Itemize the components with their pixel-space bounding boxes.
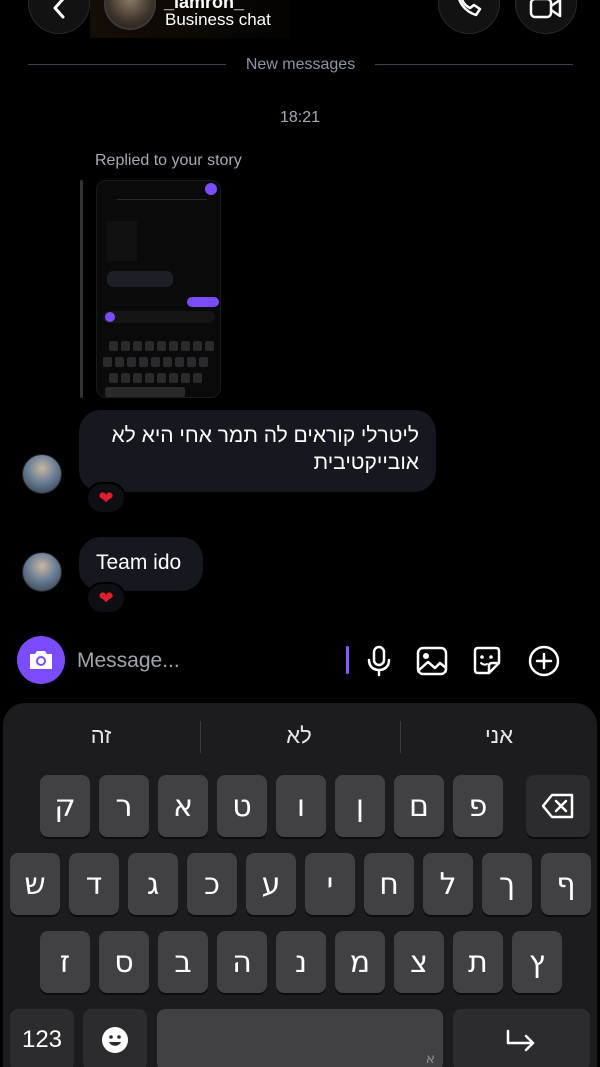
gallery-icon — [416, 646, 448, 676]
camera-icon — [30, 651, 52, 669]
chat-header: _lamron_ Business chat — [0, 0, 600, 40]
gallery-button[interactable] — [415, 644, 449, 678]
plus-icon — [528, 645, 560, 677]
key[interactable]: ף — [541, 853, 591, 915]
key[interactable]: ז — [40, 931, 90, 993]
suggestion-bar: זה לא אני — [3, 703, 597, 769]
key[interactable]: מ — [335, 931, 385, 993]
suggestion-1[interactable]: זה — [3, 723, 199, 749]
phone-icon — [458, 0, 482, 17]
key[interactable]: ץ — [512, 931, 562, 993]
numbers-key[interactable]: 123 — [10, 1009, 74, 1067]
reply-indicator-bar — [80, 180, 83, 398]
new-messages-label: New messages — [245, 56, 356, 73]
sticker-icon — [473, 646, 501, 675]
key[interactable]: ס — [99, 931, 149, 993]
key[interactable]: ג — [128, 853, 178, 915]
message-timestamp: 18:21 — [279, 109, 321, 126]
key[interactable]: ן — [335, 775, 385, 837]
key[interactable]: ם — [394, 775, 444, 837]
key[interactable]: ב — [158, 931, 208, 993]
key[interactable]: ת — [453, 931, 503, 993]
key[interactable]: ח — [364, 853, 414, 915]
more-button[interactable] — [527, 644, 561, 678]
video-call-button[interactable] — [515, 0, 577, 34]
video-icon — [529, 0, 562, 19]
key[interactable]: ש — [10, 853, 60, 915]
key[interactable]: א — [158, 775, 208, 837]
return-key[interactable] — [453, 1009, 590, 1067]
key[interactable]: ק — [40, 775, 90, 837]
message-bubble[interactable]: ליטרלי קוראים לה תמר אחי היא לא אובייקטי… — [79, 410, 436, 492]
key[interactable]: ה — [217, 931, 267, 993]
mic-icon — [367, 645, 391, 677]
story-thumbnail[interactable] — [96, 180, 221, 398]
key[interactable]: כ — [187, 853, 237, 915]
key[interactable]: ו — [276, 775, 326, 837]
emoji-icon — [102, 1027, 128, 1053]
suggestion-2[interactable]: לא — [201, 723, 397, 749]
heart-reaction[interactable]: ❤ — [86, 482, 126, 514]
new-messages-divider: New messages — [28, 55, 573, 75]
key[interactable]: ר — [99, 775, 149, 837]
sender-avatar[interactable] — [22, 552, 62, 592]
key[interactable]: ט — [217, 775, 267, 837]
keyboard: זה לא אני ק ר א ט ו ן ם פ ש ד ג כ ע י ח … — [3, 703, 597, 1067]
key[interactable]: צ — [394, 931, 444, 993]
mic-button[interactable] — [362, 644, 396, 678]
sticker-button[interactable] — [470, 644, 504, 678]
divider-line-right — [375, 64, 573, 65]
key[interactable]: ך — [482, 853, 532, 915]
back-icon — [53, 0, 65, 19]
back-button[interactable] — [28, 0, 90, 34]
heart-reaction[interactable]: ❤ — [86, 582, 126, 614]
camera-button[interactable] — [17, 636, 65, 684]
key[interactable]: נ — [276, 931, 326, 993]
emoji-key[interactable] — [83, 1009, 147, 1067]
backspace-key[interactable] — [526, 775, 590, 837]
key[interactable]: ד — [69, 853, 119, 915]
suggestion-3[interactable]: אני — [401, 723, 597, 749]
key[interactable]: ע — [246, 853, 296, 915]
message-composer — [17, 636, 583, 686]
call-button[interactable] — [438, 0, 500, 34]
text-caret — [346, 646, 349, 674]
return-icon — [506, 1029, 534, 1052]
key[interactable]: פ — [453, 775, 503, 837]
key[interactable]: ל — [423, 853, 473, 915]
sender-avatar[interactable] — [22, 454, 62, 494]
contact-subtitle: Business chat — [165, 10, 271, 29]
message-input[interactable] — [77, 646, 337, 676]
backspace-icon — [541, 793, 574, 819]
story-reply-label: Replied to your story — [95, 152, 242, 169]
space-language-hint: א — [425, 1051, 435, 1067]
key[interactable]: י — [305, 853, 355, 915]
space-key[interactable]: א — [157, 1009, 443, 1067]
